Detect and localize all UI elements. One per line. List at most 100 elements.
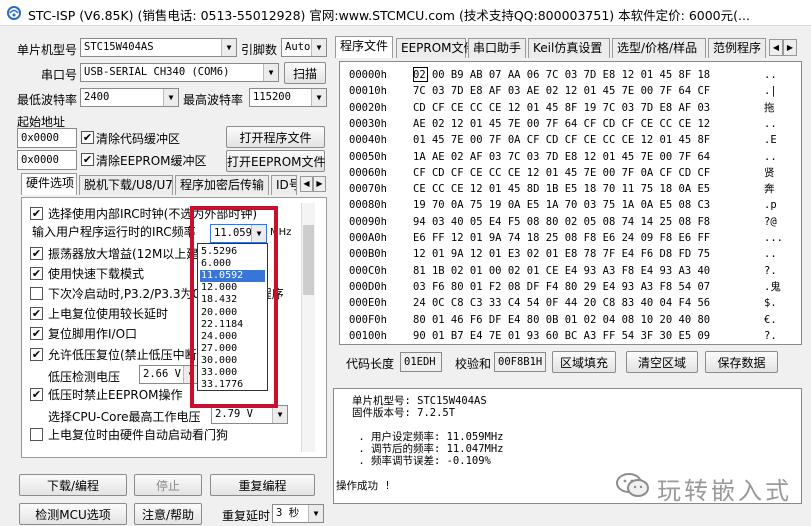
chevron-down-icon: ▼	[272, 406, 287, 423]
mcu-type-label: 单片机型号	[17, 43, 78, 57]
stop-button[interactable]: 停止	[134, 474, 202, 496]
hex-row-address: 00080h	[349, 199, 387, 212]
hex-row-bytes: 02 00 B9 AB 07 AA 06 7C 03 7D E8 12 01 4…	[413, 69, 711, 81]
hex-cursor	[413, 67, 428, 82]
hex-row-address: 000B0h	[349, 248, 387, 261]
eeprom-start-address-input[interactable]: 0x0000	[17, 150, 77, 170]
repeat-program-button[interactable]: 重复编程	[210, 474, 315, 496]
checksum-value: 00F8B1H	[494, 352, 546, 372]
chevron-down-icon: ▼	[308, 505, 323, 522]
clear-code-buffer-checkbox[interactable]: ✔	[81, 131, 94, 144]
use-irc-checkbox[interactable]: ✔	[30, 207, 43, 220]
fill-area-button[interactable]: 区域填充	[552, 351, 616, 373]
clear-eeprom-buffer-label: 清除EEPROM缓冲区	[96, 154, 207, 168]
clear-area-button[interactable]: 清空区域	[626, 351, 698, 373]
tab-scroll-right-icon[interactable]: ▶	[313, 176, 326, 192]
tab-serial-assistant[interactable]: 串口助手	[468, 38, 526, 58]
hex-row-address: 00100h	[349, 329, 387, 342]
low-volt-reset-checkbox[interactable]: ✔	[30, 348, 43, 361]
clear-code-buffer-label: 清除代码缓冲区	[96, 132, 181, 146]
hex-row-ascii: 贤	[764, 166, 775, 179]
app-logo-icon	[7, 6, 21, 20]
log-line: . 用户设定频率: 11.059MHz	[352, 431, 504, 443]
low-volt-no-eeprom-checkbox[interactable]: ✔	[30, 388, 43, 401]
hex-row-address: 000D0h	[349, 280, 387, 293]
osc-gain-checkbox[interactable]: ✔	[30, 247, 43, 260]
download-program-button[interactable]: 下载/编程	[19, 474, 127, 496]
right-tab-scroll-right-icon[interactable]: ▶	[783, 39, 797, 56]
open-eeprom-file-button[interactable]: 打开EEPROM文件	[226, 150, 326, 172]
hex-row-bytes: 24 0C C8 C3 33 C4 54 0F 44 20 C8 83 40 0…	[413, 297, 711, 310]
hex-row-address: 000A0h	[349, 232, 387, 244]
hex-row-bytes: 80 01 46 F6 DF E4 80 0B 01 02 04 08 10 2…	[413, 313, 711, 326]
log-line: 单片机型号: STC15W404AS	[352, 395, 487, 407]
hex-row-bytes: CF CD CF CE CC CE 12 01 45 7E 00 7F 0A C…	[413, 166, 711, 179]
code-start-address-input[interactable]: 0x0000	[17, 128, 77, 148]
tab-scroll-left-icon[interactable]: ◀	[300, 176, 313, 192]
hex-buffer-view[interactable]: 00000h 02 00 B9 AB 07 AA 06 7C 03 7D E8 1…	[339, 61, 802, 345]
cpu-core-volt-label: 选择CPU-Core最高工作电压	[48, 410, 201, 424]
help-button[interactable]: 注意/帮助	[134, 503, 202, 525]
tab-id[interactable]: ID号	[271, 175, 297, 195]
chevron-down-icon: ▼	[221, 39, 236, 56]
tab-offline-download[interactable]: 脱机下载/U8/U7	[79, 175, 173, 195]
hex-row-ascii: $.	[764, 297, 777, 310]
port-select[interactable]: USB-SERIAL CH340 (COM6) ▼	[80, 63, 279, 82]
min-baud-label: 最低波特率	[17, 93, 78, 107]
hex-row-bytes: AE 02 12 01 45 7E 00 7F 64 CF CD CF CE C…	[413, 117, 711, 130]
repeat-delay-select[interactable]: 3 秒 ▼	[272, 504, 324, 523]
reset-pin-io-checkbox[interactable]: ✔	[30, 327, 43, 340]
mcu-type-select[interactable]: STC15W404AS ▼	[80, 38, 237, 57]
next-cold-boot-checkbox[interactable]	[30, 287, 43, 300]
open-program-file-button[interactable]: 打开程序文件	[226, 126, 325, 148]
chevron-down-icon: ▼	[263, 64, 278, 81]
hex-row-address: 00050h	[349, 150, 387, 163]
min-baud-select[interactable]: 2400 ▼	[80, 88, 179, 107]
hex-row-bytes: 19 70 0A 75 19 0A E5 1A 70 03 75 1A 0A E…	[413, 199, 711, 212]
tab-encrypted-transfer[interactable]: 程序加密后传输	[175, 175, 269, 195]
low-volt-detect-label: 低压检测电压	[48, 370, 121, 384]
hex-row-address: 00030h	[349, 117, 387, 130]
watermark: 玩转嵌入式	[615, 467, 805, 505]
hex-row-ascii: ..	[764, 69, 777, 81]
wechat-icon	[616, 473, 649, 497]
hex-row-address: 00020h	[349, 101, 387, 114]
tab-example-programs[interactable]: 范例程序	[708, 38, 766, 58]
tab-selection-price[interactable]: 选型/价格/样品	[612, 38, 706, 58]
detect-mcu-options-button[interactable]: 检测MCU选项	[19, 503, 127, 525]
tab-eeprom-file[interactable]: EEPROM文件	[396, 38, 476, 58]
reset-long-delay-checkbox[interactable]: ✔	[30, 307, 43, 320]
options-scrollbar[interactable]	[301, 203, 315, 452]
options-scrollbar-thumb[interactable]	[303, 225, 314, 295]
hex-row-ascii: ?.	[764, 264, 777, 277]
tab-keil-debug[interactable]: Keil仿真设置	[528, 38, 610, 58]
title-bar: STC-ISP (V6.85K) (销售电话: 0513-55012928) 官…	[0, 0, 811, 26]
right-tabs: 程序文件 EEPROM文件 串口助手 Keil仿真设置 选型/价格/样品 范例程…	[333, 36, 808, 60]
pins-select[interactable]: Auto ▼	[281, 38, 327, 57]
hex-row-address: 00090h	[349, 215, 387, 228]
hex-row-bytes: 1A AE 02 AF 03 7C 03 7D E8 12 01 45 7E 0…	[413, 150, 711, 163]
tab-hardware-options[interactable]: 硬件选项	[21, 173, 77, 195]
window-title: STC-ISP (V6.85K) (销售电话: 0513-55012928) 官…	[28, 8, 750, 23]
hex-row-ascii: ..	[764, 248, 777, 261]
repeat-delay-label: 重复延时	[222, 509, 271, 523]
chevron-down-icon: ▼	[163, 89, 178, 106]
right-tab-scroll-left-icon[interactable]: ◀	[769, 39, 783, 56]
clear-eeprom-buffer-checkbox[interactable]: ✔	[81, 153, 94, 166]
irc-freq-row: 输入用户程序运行时的IRC频率	[32, 223, 196, 241]
log-line: 固件版本号: 7.2.5T	[352, 407, 456, 419]
watchdog-auto-checkbox[interactable]	[30, 428, 43, 441]
fast-download-checkbox[interactable]: ✔	[30, 267, 43, 280]
max-baud-select[interactable]: 115200 ▼	[249, 88, 327, 107]
hex-row-ascii: .E	[764, 134, 777, 147]
log-line: . 调节后的频率: 11.047MHz	[352, 443, 504, 455]
tab-program-file[interactable]: 程序文件	[335, 36, 393, 58]
hex-row-bytes: CE CC CE 12 01 45 8D 1B E5 18 70 11 75 1…	[413, 183, 711, 196]
hex-row-ascii: ..	[764, 117, 777, 130]
hex-row-bytes: 01 45 7E 00 7F 0A CF CD CF CE CC CE 12 0…	[413, 134, 711, 147]
code-length-label: 代码长度	[346, 357, 395, 371]
hex-row-ascii: .|	[764, 85, 777, 98]
save-data-button[interactable]: 保存数据	[705, 351, 778, 373]
scan-button[interactable]: 扫描	[284, 62, 326, 84]
highlight-box	[190, 206, 278, 408]
